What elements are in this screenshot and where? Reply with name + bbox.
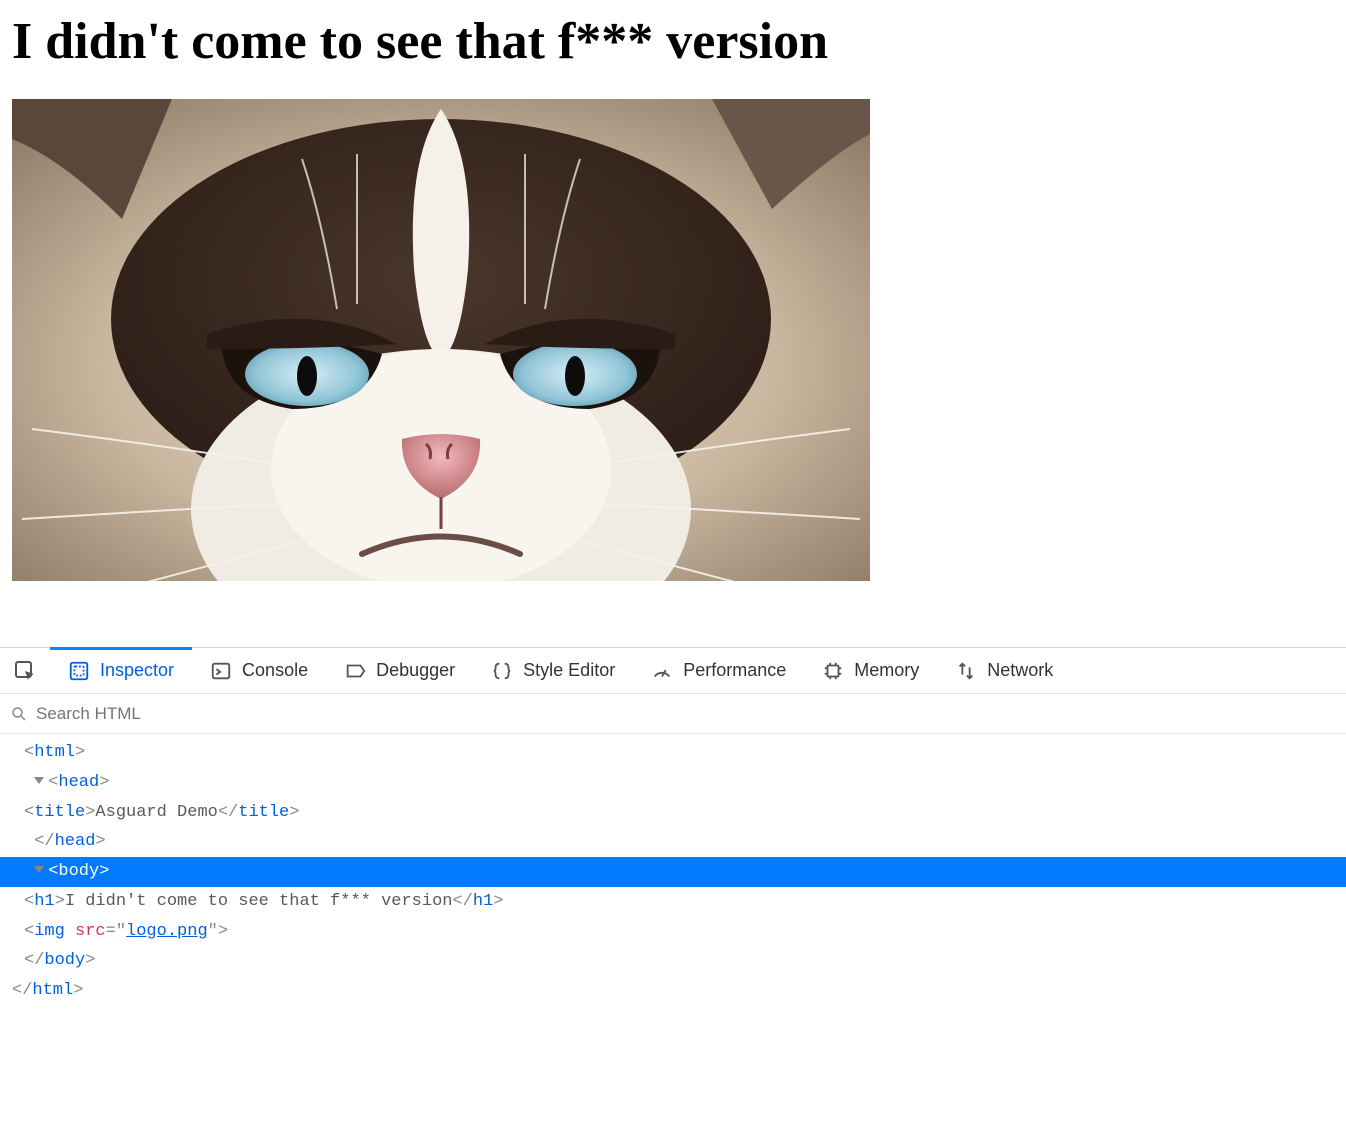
- tab-console[interactable]: Console: [192, 648, 326, 693]
- tab-inspector[interactable]: Inspector: [50, 648, 192, 693]
- tab-network[interactable]: Network: [937, 648, 1071, 693]
- page-heading: I didn't come to see that f*** version: [12, 12, 1334, 71]
- logo-image: [12, 99, 870, 581]
- element-picker-icon: [13, 659, 37, 683]
- element-picker-button[interactable]: [0, 648, 50, 693]
- style-editor-icon: [491, 660, 513, 682]
- tree-node-img[interactable]: <img src="logo.png">: [0, 917, 1346, 947]
- twisty-icon[interactable]: [34, 866, 44, 873]
- tab-label: Console: [242, 660, 308, 681]
- tab-label: Inspector: [100, 660, 174, 681]
- console-icon: [210, 660, 232, 682]
- memory-icon: [822, 660, 844, 682]
- tab-performance[interactable]: Performance: [633, 648, 804, 693]
- dom-tree[interactable]: <html> <head> <title>Asguard Demo</title…: [0, 734, 1346, 1016]
- tree-node-body-close[interactable]: </body>: [0, 946, 1346, 976]
- html-search-bar: [0, 694, 1346, 734]
- tree-node-body-open[interactable]: <body>: [0, 857, 1346, 887]
- search-icon: [10, 705, 28, 723]
- performance-icon: [651, 660, 673, 682]
- debugger-icon: [344, 660, 366, 682]
- tab-label: Performance: [683, 660, 786, 681]
- tab-style-editor[interactable]: Style Editor: [473, 648, 633, 693]
- html-search-input[interactable]: [36, 704, 1336, 724]
- inspector-icon: [68, 660, 90, 682]
- twisty-icon[interactable]: [34, 777, 44, 784]
- devtools-toolbar: Inspector Console Debugger Style Editor: [0, 648, 1346, 694]
- tab-label: Memory: [854, 660, 919, 681]
- tab-label: Debugger: [376, 660, 455, 681]
- tree-node-head-open[interactable]: <head>: [0, 768, 1346, 798]
- tree-node-head-close[interactable]: </head>: [0, 827, 1346, 857]
- tab-debugger[interactable]: Debugger: [326, 648, 473, 693]
- page-content: I didn't come to see that f*** version: [0, 0, 1346, 593]
- devtools-panel: Inspector Console Debugger Style Editor: [0, 647, 1346, 1016]
- tab-label: Style Editor: [523, 660, 615, 681]
- tree-node-h1[interactable]: <h1>I didn't come to see that f*** versi…: [0, 887, 1346, 917]
- tree-node-html-open[interactable]: <html>: [0, 738, 1346, 768]
- tree-node-title[interactable]: <title>Asguard Demo</title>: [0, 798, 1346, 828]
- tree-node-html-close[interactable]: </html>: [0, 976, 1346, 1006]
- tab-label: Network: [987, 660, 1053, 681]
- tab-memory[interactable]: Memory: [804, 648, 937, 693]
- network-icon: [955, 660, 977, 682]
